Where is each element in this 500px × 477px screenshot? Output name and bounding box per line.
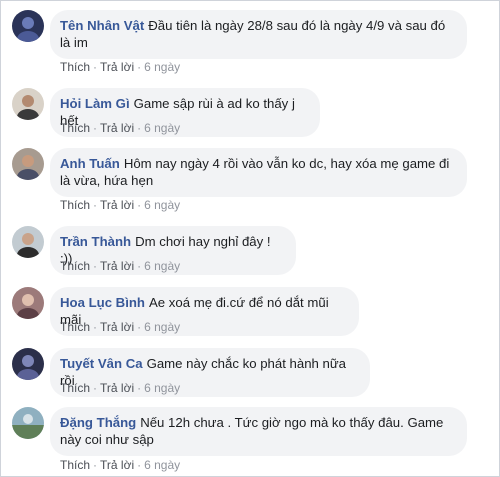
comment-actions: Thích · Trả lời · 6 ngày	[60, 259, 180, 273]
separator: ·	[93, 60, 98, 74]
reply-link[interactable]: Trả lời	[100, 259, 134, 273]
comment-time[interactable]: 6 ngày	[144, 259, 180, 273]
comment-actions: Thích · Trả lời · 6 ngày	[60, 121, 180, 135]
user-avatar-icon	[12, 407, 44, 439]
like-link[interactable]: Thích	[60, 381, 90, 395]
avatar[interactable]	[12, 287, 44, 319]
separator: ·	[137, 458, 142, 472]
user-avatar-icon	[12, 287, 44, 319]
separator: ·	[93, 458, 98, 472]
user-avatar-icon	[12, 348, 44, 380]
reply-link[interactable]: Trả lời	[100, 121, 134, 135]
like-link[interactable]: Thích	[60, 259, 90, 273]
comment-actions: Thích · Trả lời · 6 ngày	[60, 458, 180, 472]
separator: ·	[137, 259, 142, 273]
separator: ·	[137, 320, 142, 334]
comment-bubble: Tên Nhân Vật Đầu tiên là ngày 28/8 sau đó…	[50, 10, 467, 59]
separator: ·	[137, 381, 142, 395]
separator: ·	[93, 121, 98, 135]
comment-author[interactable]: Hoa Lục Bình	[60, 295, 145, 310]
like-link[interactable]: Thích	[60, 60, 90, 74]
user-avatar-icon	[12, 88, 44, 120]
avatar[interactable]	[12, 10, 44, 42]
comment-time[interactable]: 6 ngày	[144, 198, 180, 212]
comment-time[interactable]: 6 ngày	[144, 60, 180, 74]
user-avatar-icon	[12, 148, 44, 180]
comment-time[interactable]: 6 ngày	[144, 381, 180, 395]
avatar[interactable]	[12, 88, 44, 120]
comments-panel: Tên Nhân Vật Đầu tiên là ngày 28/8 sau đó…	[0, 0, 500, 477]
separator: ·	[93, 381, 98, 395]
comment-actions: Thích · Trả lời · 6 ngày	[60, 320, 180, 334]
separator: ·	[93, 198, 98, 212]
comment-author[interactable]: Trần Thành	[60, 234, 131, 249]
comment-bubble: Anh Tuấn Hôm nay ngày 4 rồi vào vẫn ko dc…	[50, 148, 467, 197]
separator: ·	[93, 259, 98, 273]
like-link[interactable]: Thích	[60, 458, 90, 472]
comment-time[interactable]: 6 ngày	[144, 458, 180, 472]
like-link[interactable]: Thích	[60, 198, 90, 212]
reply-link[interactable]: Trả lời	[100, 198, 134, 212]
comment-author[interactable]: Tuyết Vân Ca	[60, 356, 143, 371]
reply-link[interactable]: Trả lời	[100, 60, 134, 74]
avatar[interactable]	[12, 226, 44, 258]
like-link[interactable]: Thích	[60, 320, 90, 334]
comment-bubble: Đặng Thắng Nếu 12h chưa . Tức giờ ngo mà …	[50, 407, 467, 456]
comment-author[interactable]: Anh Tuấn	[60, 156, 120, 171]
comment-actions: Thích · Trả lời · 6 ngày	[60, 60, 180, 74]
user-avatar-icon	[12, 10, 44, 42]
avatar[interactable]	[12, 148, 44, 180]
reply-link[interactable]: Trả lời	[100, 320, 134, 334]
avatar[interactable]	[12, 407, 44, 439]
avatar[interactable]	[12, 348, 44, 380]
reply-link[interactable]: Trả lời	[100, 381, 134, 395]
comment-time[interactable]: 6 ngày	[144, 320, 180, 334]
comment-author[interactable]: Tên Nhân Vật	[60, 18, 144, 33]
comment-author[interactable]: Đặng Thắng	[60, 415, 136, 430]
user-avatar-icon	[12, 226, 44, 258]
like-link[interactable]: Thích	[60, 121, 90, 135]
comment-actions: Thích · Trả lời · 6 ngày	[60, 198, 180, 212]
comment-author[interactable]: Hỏi Làm Gì	[60, 96, 130, 111]
separator: ·	[137, 198, 142, 212]
separator: ·	[93, 320, 98, 334]
reply-link[interactable]: Trả lời	[100, 458, 134, 472]
separator: ·	[137, 60, 142, 74]
comment-time[interactable]: 6 ngày	[144, 121, 180, 135]
separator: ·	[137, 121, 142, 135]
comment-actions: Thích · Trả lời · 6 ngày	[60, 381, 180, 395]
